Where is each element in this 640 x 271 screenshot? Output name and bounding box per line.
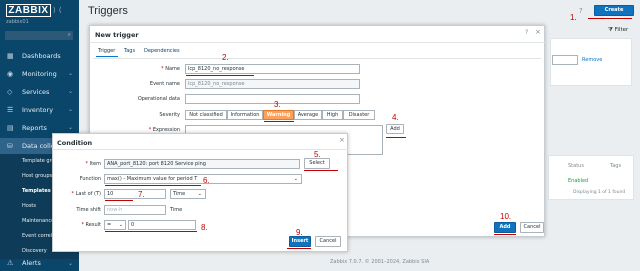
status-column-header[interactable]: Status — [568, 163, 584, 169]
menu-services[interactable]: ◇ Services ⌄ — [0, 84, 79, 100]
status-badge[interactable]: Enabled — [568, 178, 588, 184]
close-icon[interactable]: × — [339, 136, 345, 144]
filter-icon: ⧩ — [608, 27, 615, 33]
result-operator-select[interactable]: = ⌄ — [104, 220, 126, 230]
time-shift-unit: Time — [170, 207, 183, 213]
alerts-icon: ⚠ — [7, 259, 14, 267]
event-name-input[interactable]: lcp_8120_no_response — [185, 79, 360, 89]
page-footer: Zabbix 7.0.7. © 2001–2024, Zabbix SIA — [330, 259, 430, 265]
annotation-10: 10. — [500, 212, 512, 221]
item-select-button[interactable]: Select — [304, 158, 330, 169]
displaying-count: Displaying 1 of 1 found — [573, 190, 626, 195]
zabbix-logo[interactable]: ZABBIX — [6, 4, 51, 17]
item-input[interactable]: ANA_port_8120: port 8120 Service ping — [104, 159, 300, 169]
sidebar-collapse-icons[interactable]: ⟩⟨ — [53, 6, 64, 14]
chevron-down-icon: ⌄ — [293, 176, 298, 182]
condition-cancel-button[interactable]: Cancel — [315, 236, 341, 247]
dashboard-icon: ▦ — [7, 52, 14, 60]
time-shift-input[interactable]: now-h — [104, 205, 166, 215]
condition-title: Condition — [57, 139, 93, 147]
insert-button[interactable]: Insert — [289, 236, 311, 247]
annotation-underline-5 — [304, 170, 338, 171]
annotation-6: 6. — [203, 176, 210, 185]
add-trigger-button[interactable]: Add — [494, 222, 516, 233]
annotation-8: 8. — [201, 223, 208, 232]
chevron-down-icon: ⌄ — [197, 191, 202, 197]
annotation-1: 1. — [570, 13, 577, 22]
time-shift-label: Time shift — [76, 207, 101, 213]
severity-warning[interactable]: Warning — [263, 110, 294, 120]
filter-field[interactable] — [552, 55, 578, 65]
menu-monitoring[interactable]: ◉ Monitoring ⌄ — [0, 66, 79, 82]
last-of-label: * Last of (T) — [71, 191, 101, 197]
severity-average[interactable]: Average — [294, 110, 322, 120]
server-name: zabbix01 — [6, 19, 29, 25]
tab-trigger[interactable]: Trigger — [98, 48, 115, 54]
annotation-underline-3 — [264, 121, 294, 122]
modal-title: New trigger — [95, 31, 139, 39]
tab-dependencies[interactable]: Dependencies — [144, 48, 180, 54]
reports-icon: ▤ — [7, 124, 14, 132]
services-icon: ◇ — [7, 88, 13, 96]
monitoring-icon: ◉ — [7, 70, 14, 78]
help-icon[interactable]: ? — [579, 7, 583, 15]
annotation-underline-4 — [386, 137, 406, 138]
active-tab-indicator — [96, 56, 118, 57]
tags-column-header[interactable]: Tags — [610, 163, 621, 169]
last-of-unit-select[interactable]: Time ⌄ — [170, 189, 206, 199]
page-title: Triggers — [88, 5, 128, 17]
annotation-2: 2. — [222, 53, 229, 62]
severity-disaster[interactable]: Disaster — [343, 110, 375, 120]
annotation-underline-6 — [105, 185, 201, 186]
operational-data-label: Operational data — [137, 96, 180, 102]
annotation-underline-7 — [105, 200, 133, 201]
severity-high[interactable]: High — [322, 110, 343, 120]
help-icon[interactable]: ? — [525, 29, 528, 36]
result-value-input[interactable]: 0 — [128, 220, 196, 230]
chevron-down-icon: ⌄ — [118, 222, 123, 228]
trigger-name-input[interactable]: lcp_8120_no_response — [185, 64, 360, 74]
chevron-down-icon: ⌄ — [67, 260, 73, 267]
menu-alerts[interactable]: ⚠ Alerts ⌄ — [0, 256, 79, 271]
item-label: * Item — [85, 161, 101, 167]
sidebar-search-input[interactable]: ⌕ — [5, 31, 73, 40]
cancel-trigger-button[interactable]: Cancel — [520, 222, 544, 233]
annotation-underline-2 — [186, 75, 254, 76]
chevron-down-icon: ⌄ — [67, 106, 73, 113]
add-expression-button[interactable]: Add — [386, 124, 404, 134]
result-label: * Result — [81, 222, 101, 228]
annotation-3: 3. — [274, 100, 281, 109]
annotation-underline-8 — [105, 231, 197, 232]
inventory-icon: ☰ — [7, 106, 14, 114]
severity-not-classified[interactable]: Not classified — [185, 110, 227, 120]
data-collection-icon: ⛁ — [7, 142, 13, 150]
severity-information[interactable]: Information — [227, 110, 263, 120]
last-of-input[interactable]: 10 — [104, 189, 166, 199]
name-label: * Name — [161, 66, 180, 72]
tabs-divider — [93, 58, 541, 59]
annotation-underline-9 — [287, 248, 311, 249]
chevron-down-icon: ⌄ — [67, 88, 73, 95]
filter-toggle[interactable]: ⧩ Filter — [608, 27, 628, 34]
close-icon[interactable]: × — [535, 28, 541, 36]
severity-label: Severity — [159, 112, 180, 118]
annotation-underline-1 — [588, 18, 632, 19]
create-trigger-button[interactable]: Create trigger — [594, 5, 634, 22]
function-label: Function — [79, 176, 101, 182]
event-name-label: Event name — [149, 81, 180, 87]
search-icon: ⌕ — [67, 31, 71, 38]
annotation-4: 4. — [392, 113, 399, 122]
divider — [52, 149, 348, 150]
menu-dashboards[interactable]: ▦ Dashboards — [0, 48, 79, 64]
tab-tags[interactable]: Tags — [124, 48, 135, 54]
divider — [89, 42, 545, 43]
operational-data-input[interactable] — [185, 94, 360, 104]
annotation-underline-10 — [494, 234, 516, 235]
menu-inventory[interactable]: ☰ Inventory ⌄ — [0, 102, 79, 118]
chevron-down-icon: ⌄ — [67, 70, 73, 77]
annotation-7: 7. — [138, 190, 145, 199]
remove-link[interactable]: Remove — [582, 57, 602, 63]
